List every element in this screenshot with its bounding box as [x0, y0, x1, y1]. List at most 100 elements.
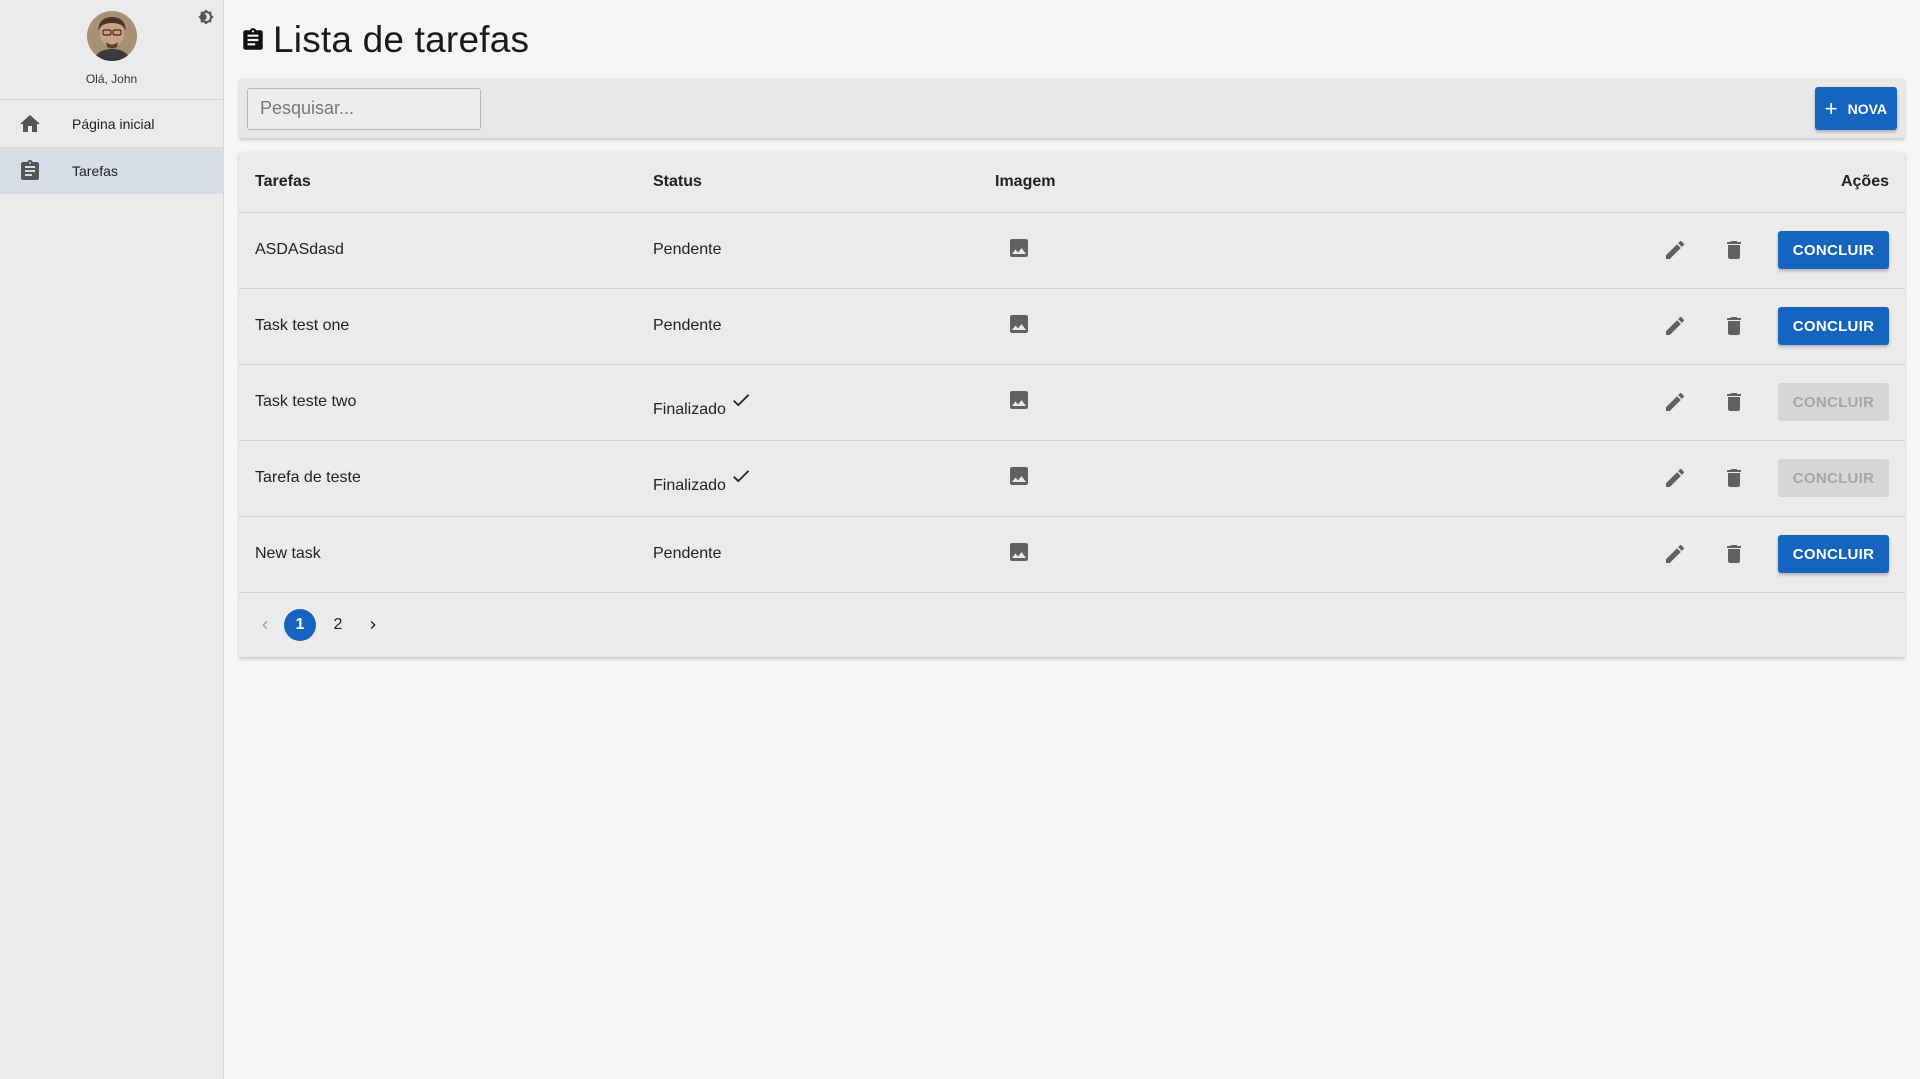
clipboard-icon [18, 159, 42, 183]
delete-button[interactable] [1712, 456, 1756, 500]
sidebar-item-tasks[interactable]: Tarefas [0, 147, 223, 194]
image-icon[interactable] [1007, 312, 1031, 336]
task-actions-cell: CONCLUIR [1329, 364, 1905, 441]
check-icon [733, 394, 750, 407]
table-row: Tarefa de teste Finalizado CONCLUIR [239, 440, 1905, 517]
status-text: Finalizado [653, 477, 726, 494]
new-task-label: NOVA [1847, 100, 1887, 117]
image-icon[interactable] [1007, 236, 1031, 260]
avatar[interactable] [86, 11, 137, 61]
trash-icon [1727, 393, 1741, 411]
image-icon[interactable] [1007, 388, 1031, 412]
pencil-icon [1666, 392, 1685, 411]
task-name: Task teste two [239, 364, 637, 441]
task-actions-cell: CONCLUIR [1329, 212, 1905, 289]
table-row: Task test one Pendente CONCLUIR [239, 288, 1905, 365]
task-name: Tarefa de teste [239, 440, 637, 517]
sidebar: Olá, John Página inicial Tarefas [0, 0, 224, 1079]
main-content: Lista de tarefas + NOVA Tarefas Status I… [224, 0, 1920, 1079]
toolbar: + NOVA [239, 79, 1905, 138]
page-title: Lista de tarefas [273, 18, 530, 60]
status-wrap: Finalizado [653, 391, 752, 418]
tasks-table: Tarefas Status Imagem Ações ASDASdasd Pe… [239, 152, 1905, 593]
task-image-cell [983, 364, 1329, 441]
actions-group: CONCLUIR [1345, 532, 1889, 576]
status-text: Pendente [653, 241, 722, 258]
table-row: New task Pendente CONCLUIR [239, 516, 1905, 593]
task-image-cell [983, 288, 1329, 365]
task-status-cell: Pendente [637, 288, 983, 365]
home-icon [18, 112, 42, 136]
task-status-cell: Pendente [637, 516, 983, 593]
profile-section: Olá, John [0, 0, 223, 100]
trash-icon [1727, 241, 1741, 259]
task-name: Task test one [239, 288, 637, 365]
conclude-button: CONCLUIR [1778, 459, 1889, 497]
pencil-icon [1666, 468, 1685, 487]
task-actions-cell: CONCLUIR [1329, 440, 1905, 517]
table-row: Task teste two Finalizado CONCLUIR [239, 364, 1905, 441]
status-text: Pendente [653, 317, 722, 334]
next-page-button[interactable] [357, 609, 389, 641]
actions-group: CONCLUIR [1345, 228, 1889, 272]
status-wrap: Finalizado [653, 467, 752, 494]
plus-icon: + [1824, 95, 1838, 121]
check-icon [733, 470, 750, 483]
table-header-row: Tarefas Status Imagem Ações [239, 152, 1905, 213]
task-name: New task [239, 516, 637, 593]
actions-group: CONCLUIR [1345, 456, 1889, 500]
header-actions: Ações [1329, 152, 1905, 213]
conclude-button[interactable]: CONCLUIR [1778, 231, 1889, 269]
trash-icon [1727, 317, 1741, 335]
sidebar-item-home[interactable]: Página inicial [0, 100, 223, 147]
task-actions-cell: CONCLUIR [1329, 516, 1905, 593]
header-status: Status [637, 152, 983, 213]
chevron-right-icon [370, 620, 376, 629]
trash-icon [1727, 469, 1741, 487]
delete-button[interactable] [1712, 380, 1756, 424]
pencil-icon [1666, 240, 1685, 259]
sidebar-item-label: Página inicial [72, 115, 155, 132]
task-status-cell: Finalizado [637, 440, 983, 517]
edit-button[interactable] [1653, 228, 1697, 272]
clipboard-icon [239, 26, 267, 54]
header-task: Tarefas [239, 152, 637, 213]
brightness-icon[interactable] [197, 8, 215, 26]
conclude-button: CONCLUIR [1778, 383, 1889, 421]
pencil-icon [1666, 544, 1685, 563]
prev-page-button[interactable] [249, 609, 281, 641]
tasks-table-card: Tarefas Status Imagem Ações ASDASdasd Pe… [239, 152, 1905, 657]
new-task-button[interactable]: + NOVA [1814, 87, 1897, 130]
trash-icon [1727, 545, 1741, 563]
conclude-button[interactable]: CONCLUIR [1778, 307, 1889, 345]
edit-button[interactable] [1653, 532, 1697, 576]
status-text: Finalizado [653, 401, 726, 418]
task-actions-cell: CONCLUIR [1329, 288, 1905, 365]
status-text: Pendente [653, 545, 722, 562]
table-row: ASDASdasd Pendente CONCLUIR [239, 212, 1905, 289]
header-image: Imagem [983, 152, 1329, 213]
delete-button[interactable] [1712, 532, 1756, 576]
image-icon[interactable] [1007, 540, 1031, 564]
page-1-button[interactable]: 1 [284, 608, 316, 641]
page-2-button[interactable]: 2 [322, 609, 354, 641]
edit-button[interactable] [1653, 456, 1697, 500]
delete-button[interactable] [1712, 304, 1756, 348]
edit-button[interactable] [1653, 380, 1697, 424]
sidebar-item-label: Tarefas [72, 162, 118, 179]
chevron-left-icon [262, 620, 268, 629]
search-input[interactable] [247, 87, 481, 130]
actions-group: CONCLUIR [1345, 304, 1889, 348]
conclude-button[interactable]: CONCLUIR [1778, 535, 1889, 573]
task-image-cell [983, 516, 1329, 593]
image-icon[interactable] [1007, 464, 1031, 488]
pencil-icon [1666, 316, 1685, 335]
table-body: ASDASdasd Pendente CONCLUIR Task test on… [239, 212, 1905, 593]
pagination: 1 2 [239, 593, 1905, 657]
task-name: ASDASdasd [239, 212, 637, 289]
title-row: Lista de tarefas [239, 0, 1905, 79]
actions-group: CONCLUIR [1345, 380, 1889, 424]
task-image-cell [983, 212, 1329, 289]
edit-button[interactable] [1653, 304, 1697, 348]
delete-button[interactable] [1712, 228, 1756, 272]
